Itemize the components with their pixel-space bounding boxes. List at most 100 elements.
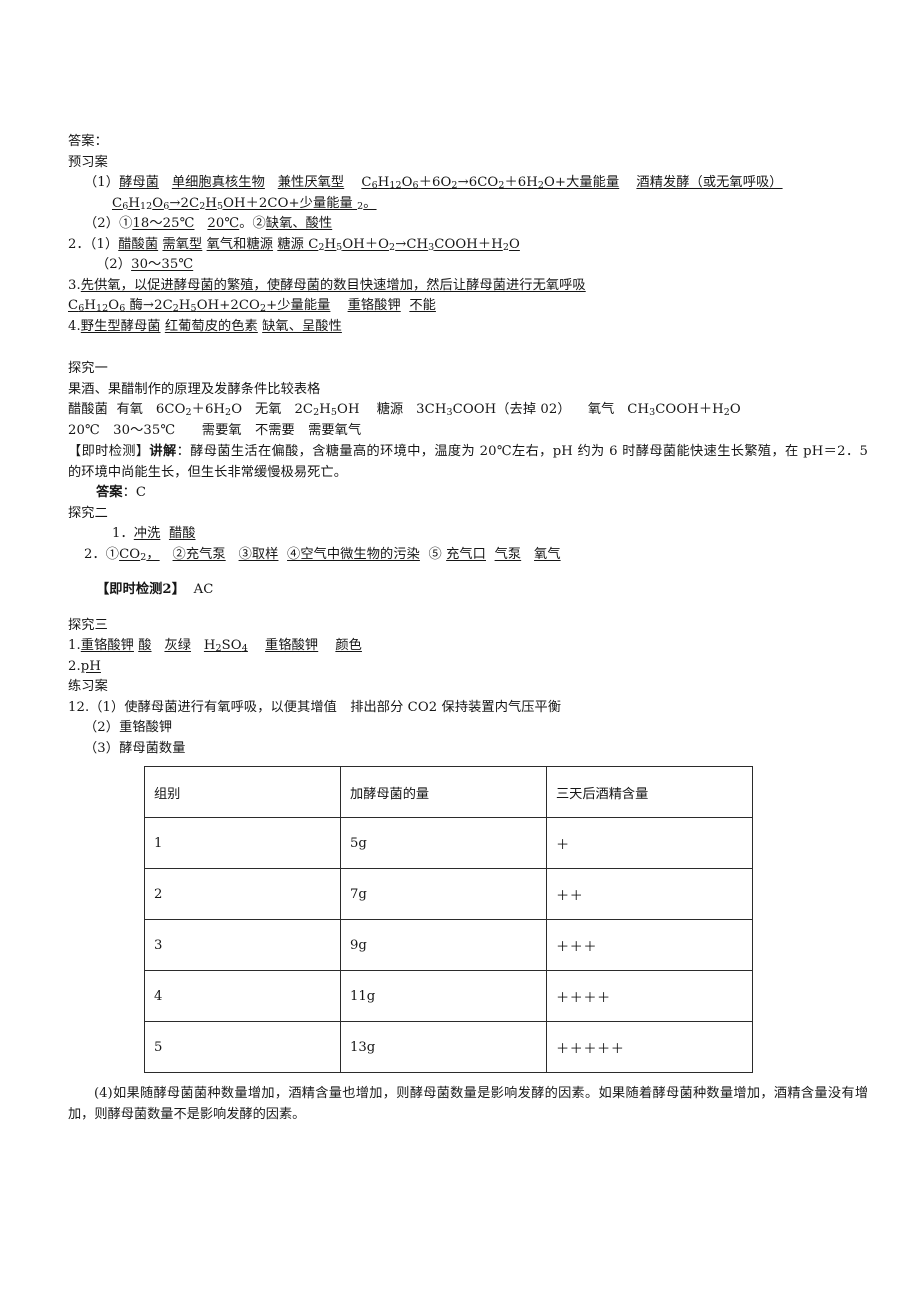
yuxi-line1-item-2: 兼性厌氧型	[277, 175, 345, 190]
cell-alcohol: ＋＋＋	[546, 919, 753, 971]
section-heading-tanjiu3: 探究三	[68, 617, 108, 633]
tanjiu2-item1-a: 冲洗	[133, 526, 161, 541]
cell-amount: 11g	[340, 970, 547, 1022]
table-row: 1 5g ＋	[144, 817, 753, 869]
yuxi-line-8: 4.野生型酵母菌 红葡萄皮的色素 缺氧、呈酸性	[68, 317, 868, 338]
section-heading-tanjiu1: 探究一	[68, 361, 108, 376]
yuxi-line4-item-1: 需氧型	[162, 236, 203, 252]
tanjiu2-part-5: 充气口	[446, 546, 486, 562]
answer-label: 答案	[96, 485, 123, 500]
document-body: 答案： 预习案 （1）酵母菌 单细胞真核生物 兼性厌氧型 C6H12O6＋6O2…	[68, 132, 868, 1125]
lianxi-q12-3: （3）酵母菌数量	[84, 740, 186, 756]
tanjiu2-item2-num: 2．	[84, 546, 106, 562]
tanjiu3-part-2: 灰绿	[164, 638, 192, 653]
cell-group: 4	[144, 970, 341, 1022]
tanjiu1-row-2: 20℃ 30～35℃ 需要氧 不需要 需要氧气	[68, 422, 362, 438]
yuxi-line3-cond: 缺氧、酸性	[265, 216, 333, 231]
detect2-label: 【即时检测2】	[96, 582, 186, 597]
yuxi-line-3: （2）①18～25℃ 20℃。②缺氧、酸性	[68, 214, 868, 235]
lianxi-q12-1: 12.（1）使酵母菌进行有氧呼吸，以便其增值 排出部分 CO2 保持装置内气压平…	[68, 699, 562, 715]
yuxi-line7-reagent: 重铬酸钾	[347, 298, 401, 313]
cell-alcohol: ＋＋＋＋	[546, 970, 753, 1022]
yuxi-line-1: （1）酵母菌 单细胞真核生物 兼性厌氧型 C6H12O6＋6O2→6CO2＋6H…	[68, 173, 868, 194]
cell-alcohol: ＋＋	[546, 868, 753, 920]
detect-bold-label: 讲解	[149, 444, 177, 459]
tanjiu2-part-2: ③取样	[238, 546, 279, 562]
tanjiu2-item-1: 1．冲洗 醋酸	[68, 524, 868, 545]
yuxi-line3-temp-range: 18～25℃	[132, 216, 195, 231]
yuxi-line6-prefix: 3.	[68, 277, 81, 293]
tanjiu2-part-0: CO2，	[119, 546, 160, 563]
tanjiu2-part-6: 气泵	[494, 546, 522, 562]
yuxi-line5-value: 30～35℃	[131, 257, 194, 272]
detect-text: ：酵母菌生活在偏酸，含糖量高的环境中，温度为 20℃左右，pH 约为 6 时酵母…	[68, 444, 868, 480]
yuxi-line4-item-0: 醋酸菌	[118, 236, 159, 252]
detect2-value: AC	[193, 582, 214, 597]
tanjiu3-item-1: 1.重铬酸钾 酸 灰绿 H2SO4 重铬酸钾 颜色	[68, 636, 868, 657]
results-table: 组别 加酵母菌的量 三天后酒精含量 1 5g ＋ 2 7g ＋＋ 3 9g ＋＋…	[144, 766, 753, 1073]
tanjiu1-row-1: 醋酸菌 有氧 6CO2＋6H2O 无氧 2C2H5OH 糖源 3CH3COOH（…	[68, 402, 741, 419]
table-header-yeast-amount: 加酵母菌的量	[340, 766, 547, 818]
yuxi-line8-item-2: 缺氧、呈酸性	[262, 318, 342, 334]
yuxi-line1-tail: 酒精发酵（或无氧呼吸）	[636, 175, 783, 190]
yuxi-line8-prefix: 4.	[68, 318, 81, 334]
tanjiu2-part-4: ⑤	[428, 546, 442, 562]
tanjiu1-detect: 【即时检测】讲解：酵母菌生活在偏酸，含糖量高的环境中，温度为 20℃左右，pH …	[68, 441, 868, 483]
yuxi-line7-equation: C6H12O6 酶→2C2H5OH+2CO2+少量能量	[68, 298, 331, 315]
table-row: 4 11g ＋＋＋＋	[144, 970, 753, 1022]
yuxi-line1-equation: C6H12O6＋6O2→6CO2＋6H2O+大量能量	[361, 175, 620, 192]
detect-label: 【即时检测】	[68, 444, 150, 459]
yuxi-line2-equation: C6H12O6→2C2H5OH＋2CO+少量能量 2。	[112, 195, 377, 212]
tanjiu2-item1-num: 1．	[112, 526, 134, 541]
yuxi-line3-prefix: （2）①	[84, 216, 133, 231]
tanjiu2-detect2: 【即时检测2】 AC	[68, 580, 868, 601]
doc-title: 答案：	[68, 134, 108, 149]
tanjiu3-item-2: 2.pH	[68, 657, 868, 678]
section-heading-tanjiu2: 探究二	[68, 505, 108, 521]
cell-amount: 13g	[340, 1021, 547, 1073]
tanjiu3-part-1: 酸	[138, 638, 152, 653]
tanjiu3-part-0: 重铬酸钾	[80, 638, 134, 653]
tanjiu3-item2-value: pH	[80, 658, 101, 674]
tanjiu3-item1-num: 1.	[68, 638, 81, 653]
table-row: 3 9g ＋＋＋	[144, 919, 753, 971]
cell-amount: 5g	[340, 817, 547, 869]
section-heading-yuxi: 预习案	[68, 154, 108, 170]
tanjiu3-item2-num: 2.	[68, 658, 81, 674]
document-page: 答案： 预习案 （1）酵母菌 单细胞真核生物 兼性厌氧型 C6H12O6＋6O2…	[0, 0, 920, 1302]
table-row: 2 7g ＋＋	[144, 868, 753, 920]
yuxi-line-4: 2．（1）醋酸菌 需氧型 氧气和糖源 糖源 C2H5OH＋O2→CH3COOH＋…	[68, 235, 868, 256]
tanjiu1-answer: 答案：C	[68, 483, 868, 504]
yuxi-line1-prefix: （1）	[84, 175, 120, 190]
table-header-row: 组别 加酵母菌的量 三天后酒精含量	[144, 766, 753, 818]
lianxi-q12-2: （2）重铬酸钾	[84, 720, 173, 735]
yuxi-line8-item-0: 野生型酵母菌	[80, 318, 161, 334]
yuxi-line-2: C6H12O6→2C2H5OH＋2CO+少量能量 2。	[68, 194, 868, 215]
cell-group: 2	[144, 868, 341, 920]
yuxi-line-6: 3.先供氧，以促进酵母菌的繁殖，使酵母菌的数目快速增加，然后让酵母菌进行无氧呼吸	[68, 276, 868, 297]
cell-alcohol: ＋＋＋＋＋	[546, 1021, 753, 1073]
tanjiu2-item-2: 2．①CO2， ②充气泵 ③取样 ④空气中微生物的污染 ⑤ 充气口 气泵 氧气	[84, 546, 561, 563]
table-row: 5 13g ＋＋＋＋＋	[144, 1021, 753, 1073]
answer-value: ：C	[122, 485, 147, 500]
cell-group: 5	[144, 1021, 341, 1073]
yuxi-line1-item-0: 酵母菌	[119, 175, 159, 190]
yuxi-line4-item-2: 氧气和糖源	[206, 236, 274, 252]
tanjiu3-part-4: 重铬酸钾	[265, 638, 319, 653]
yuxi-line7-answer: 不能	[409, 298, 436, 313]
cell-group: 3	[144, 919, 341, 971]
tanjiu2-part-7: 氧气	[534, 546, 561, 562]
tanjiu3-part-5: 颜色	[335, 638, 362, 653]
table-header-group: 组别	[144, 766, 341, 818]
tanjiu3-part-3: H2SO4	[203, 638, 248, 655]
cell-alcohol: ＋	[546, 817, 753, 869]
yuxi-line-7: C6H12O6 酶→2C2H5OH+2CO2+少量能量 重铬酸钾 不能	[68, 296, 868, 317]
yuxi-line3-temp: 20℃	[207, 216, 240, 231]
yuxi-line4-equation: 糖源 C2H5OH＋O2→CH3COOH＋H2O	[277, 236, 520, 253]
table-header-alcohol-content: 三天后酒精含量	[546, 766, 753, 818]
tanjiu2-part-3: ④空气中微生物的污染	[287, 546, 420, 562]
cell-group: 1	[144, 817, 341, 869]
